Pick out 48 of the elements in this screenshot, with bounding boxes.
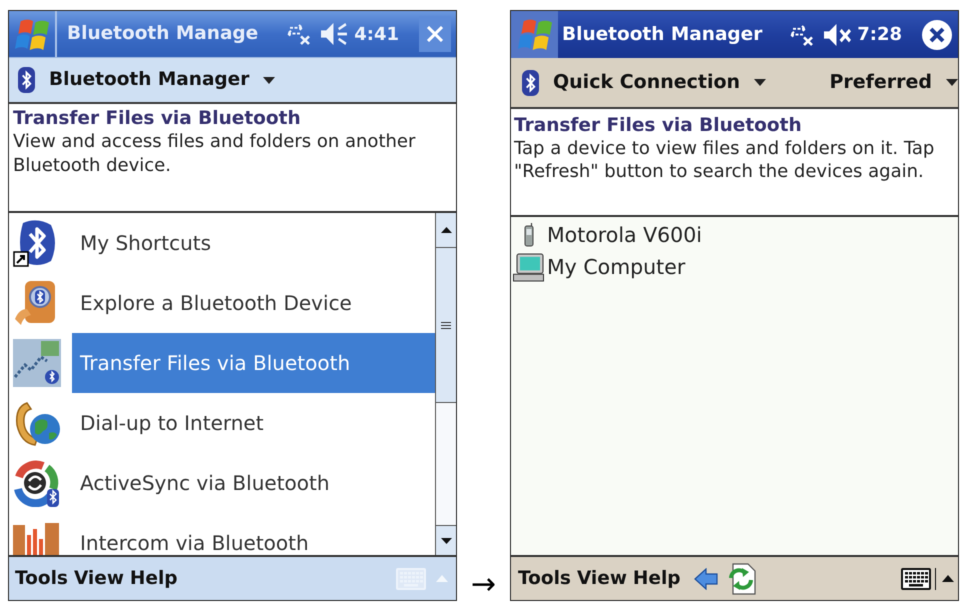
description-title: Transfer Files via Bluetooth	[514, 114, 803, 137]
scrollbar-thumb[interactable]	[436, 248, 456, 403]
list-item[interactable]: Motorola V600i	[546, 219, 703, 251]
dropdown-menu[interactable]: Quick Connection	[553, 68, 766, 97]
caret-icon	[263, 76, 276, 84]
back-arrow-icon	[694, 568, 718, 590]
caret-up-icon	[440, 227, 452, 233]
phone-globe-icon	[13, 399, 61, 447]
toolbar-button[interactable]	[694, 568, 718, 590]
input-menu-caret-icon[interactable]	[942, 575, 954, 582]
close-icon	[427, 26, 443, 42]
clock-time[interactable]: 4:41	[354, 20, 399, 48]
mobile-phone-icon	[522, 223, 534, 247]
start-button[interactable]	[511, 11, 558, 58]
connectivity-icon[interactable]	[287, 23, 312, 45]
dropdown-menu[interactable]: Preferred	[829, 68, 958, 97]
clock-time[interactable]: 7:28	[857, 21, 902, 48]
scroll-down-button[interactable]	[436, 525, 456, 555]
menu-button[interactable]: View	[70, 564, 127, 592]
windows-flag-icon	[518, 19, 552, 50]
list-item[interactable]: Transfer Files via Bluetooth	[72, 333, 435, 393]
caret-icon	[754, 79, 766, 86]
caret-down-icon	[440, 538, 452, 544]
description-title: Transfer Files via Bluetooth	[13, 107, 302, 130]
bluetooth-icon	[18, 67, 35, 93]
menu-button[interactable]: View	[574, 564, 630, 592]
menu-button[interactable]: Tools	[12, 564, 71, 592]
sync-bluetooth-icon	[13, 459, 61, 507]
menu-button[interactable]: Tools	[515, 564, 574, 592]
speaker-icon[interactable]	[321, 23, 348, 45]
menu-button[interactable]: Help	[126, 564, 181, 592]
connectivity-icon[interactable]	[790, 24, 814, 46]
bluetooth-icon	[522, 70, 539, 96]
scroll-up-button[interactable]	[436, 213, 456, 248]
description-text: Tap a device to view files and folders on it. Tap "Refresh" button to search the devices again.	[514, 137, 936, 183]
window-title: Bluetooth Manage	[67, 22, 258, 46]
windows-flag-icon	[15, 18, 49, 50]
close-icon	[922, 20, 952, 50]
close-button[interactable]	[922, 20, 952, 50]
menu-button[interactable]: Help	[630, 564, 684, 592]
dropdown-menu[interactable]: Bluetooth Manager	[49, 66, 276, 94]
flow-arrow: →	[470, 570, 496, 601]
window-title: Bluetooth Manager	[562, 22, 762, 47]
speaker-muted-icon[interactable]	[824, 24, 852, 46]
grip-icon	[441, 322, 451, 328]
map-tile-icon	[13, 339, 61, 387]
description-text: View and access files and folders on another Bluetooth device.	[13, 130, 416, 178]
list-item[interactable]: My Computer	[546, 251, 686, 283]
